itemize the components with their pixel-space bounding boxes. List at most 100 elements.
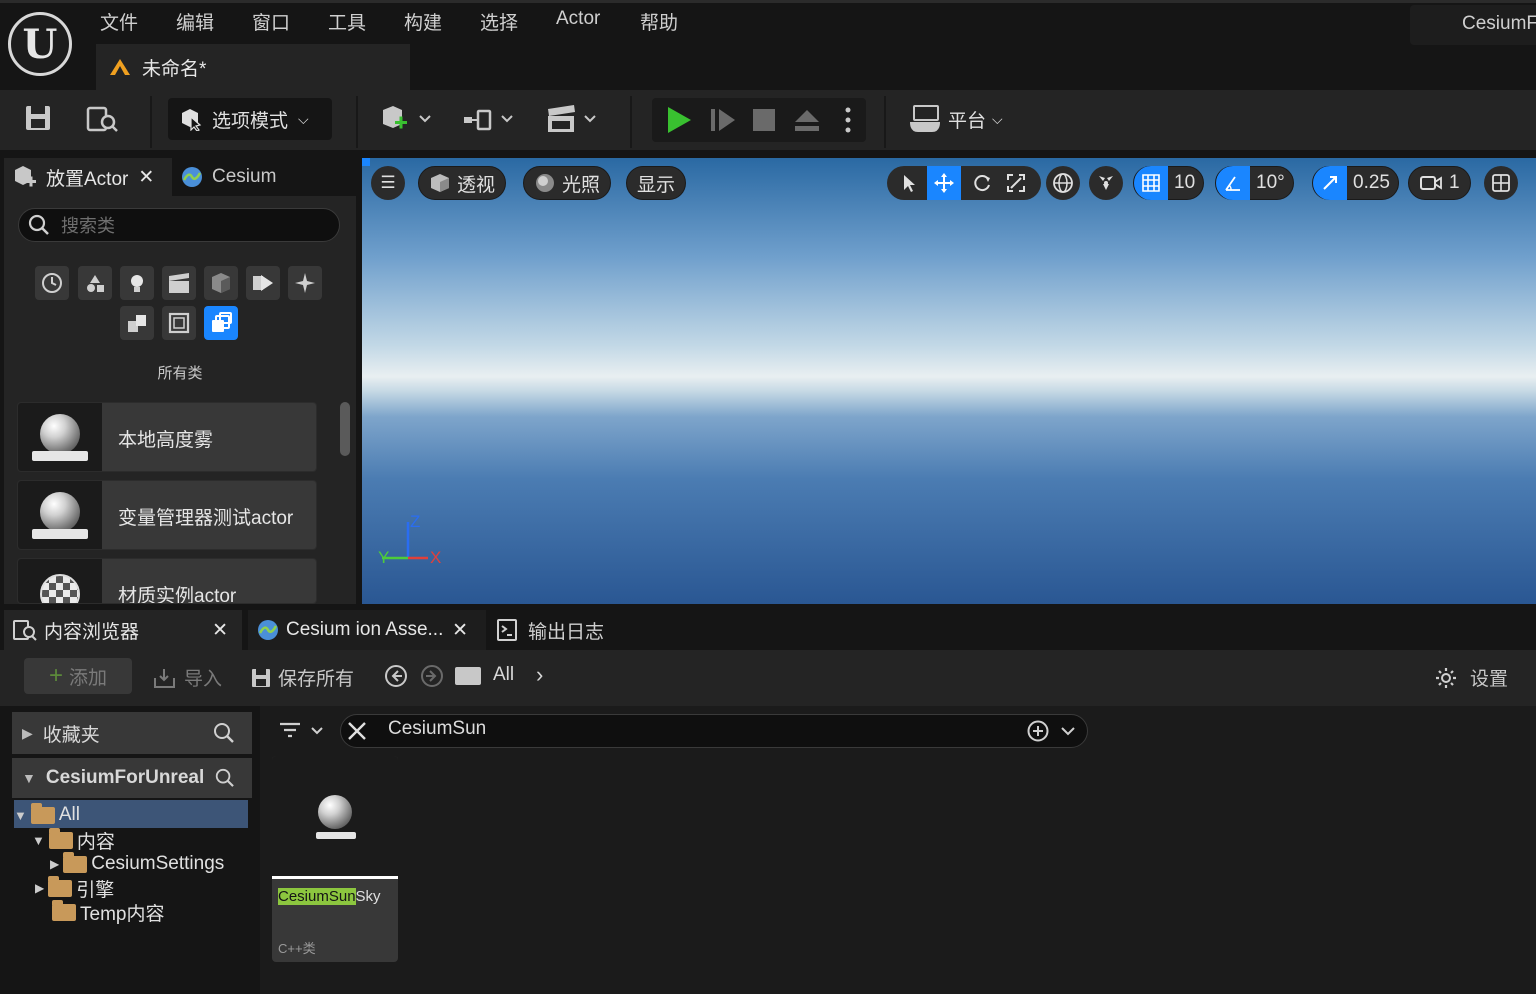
view-mode-button[interactable]: 透视	[418, 166, 507, 200]
search-icon[interactable]	[212, 721, 236, 745]
level-tab[interactable]: 未命名*	[96, 44, 410, 90]
recent-category-clock-icon[interactable]	[35, 266, 69, 300]
scale-snap-value: 0.25	[1353, 172, 1390, 193]
menu-file[interactable]: 文件	[100, 8, 138, 35]
tab-content-browser-label: 内容浏览器	[44, 621, 140, 643]
grid-snap-button[interactable]: 10	[1133, 166, 1205, 200]
asset-tile-cesium-sun-sky[interactable]: CesiumSunSky C++类	[272, 756, 398, 962]
tree-label: Temp内容	[80, 903, 165, 925]
eject-icon[interactable]	[792, 106, 822, 134]
select-cursor-icon[interactable]	[892, 166, 926, 200]
menu-window[interactable]: 窗口	[252, 8, 290, 35]
platform-label: 平台	[948, 110, 987, 132]
show-flags-button[interactable]: 显示	[626, 166, 687, 200]
browse-content-icon[interactable]	[86, 104, 120, 134]
visual-effects-category-cube-icon[interactable]	[204, 266, 238, 300]
menu-tools[interactable]: 工具	[328, 8, 366, 35]
rotation-snap-button[interactable]: 10°	[1215, 166, 1294, 200]
translate-move-icon[interactable]	[927, 166, 961, 200]
camera-speed-button[interactable]: 1	[1408, 166, 1471, 200]
menu-select[interactable]: 选择	[480, 8, 518, 35]
add-actor-icon[interactable]	[380, 104, 436, 134]
level-viewport[interactable]	[362, 158, 1536, 604]
tab-cesium-ion-label: Cesium ion Asse...	[286, 619, 444, 640]
blueprint-icon[interactable]	[462, 106, 518, 134]
asset-name-highlight: CesiumSun	[278, 888, 356, 905]
class-search-input[interactable]: 搜索类	[18, 208, 340, 242]
tree-row-all[interactable]: ▼ All	[14, 802, 80, 827]
tree-row-content[interactable]: ▼ 内容	[32, 827, 115, 853]
geometry-category-icon[interactable]	[120, 306, 154, 340]
toolbar-separator	[150, 96, 152, 148]
breadcrumb-chevron-right-icon[interactable]: ›	[536, 662, 543, 688]
advance-frame-icon[interactable]	[708, 106, 738, 134]
menu-help[interactable]: 帮助	[640, 8, 678, 35]
volumes-category-icon[interactable]	[246, 266, 280, 300]
cinematics-icon[interactable]	[545, 104, 601, 134]
stop-icon[interactable]	[750, 106, 778, 134]
breadcrumb-path[interactable]: All	[493, 664, 514, 686]
unreal-logo-icon[interactable]: U	[8, 12, 72, 76]
search-icon[interactable]	[214, 766, 236, 790]
menu-build[interactable]: 构建	[404, 8, 442, 35]
asset-type-bar	[272, 876, 398, 879]
favorites-header[interactable]: ▶ 收藏夹	[12, 712, 252, 754]
import-button[interactable]: 导入	[152, 664, 222, 691]
tree-row-cesium-settings[interactable]: ▶ CesiumSettings	[50, 851, 224, 876]
close-icon[interactable]: ✕	[138, 166, 154, 189]
tree-label: 引擎	[76, 879, 115, 901]
actor-item-material-instance[interactable]: 材质实例actor	[17, 558, 317, 604]
actor-list-scrollbar[interactable]	[340, 402, 350, 456]
all-classes-sparkle-icon[interactable]	[288, 266, 322, 300]
settings-button[interactable]: 设置	[1434, 664, 1508, 691]
actor-item-variable-manager[interactable]: 变量管理器测试actor	[17, 480, 317, 550]
save-all-button[interactable]: 保存所有	[250, 664, 354, 691]
platforms-button[interactable]: 平台 ⌵	[908, 104, 1003, 134]
shapes-category-frame-icon[interactable]	[162, 306, 196, 340]
add-filter-plus-icon[interactable]	[1026, 719, 1080, 743]
tab-place-label: 放置Actor	[46, 168, 129, 190]
filter-icon[interactable]	[278, 720, 328, 742]
level-tab-label: 未命名*	[142, 58, 207, 80]
tab-cesium[interactable]: Cesium	[180, 158, 276, 196]
menu-edit[interactable]: 编辑	[176, 8, 214, 35]
caret-right-icon: ▶	[50, 857, 60, 871]
surface-snapping-icon[interactable]	[1089, 166, 1123, 200]
angle-snap-icon	[1216, 166, 1250, 200]
tree-row-temp[interactable]: Temp内容	[52, 899, 165, 925]
cinematic-category-clapper-icon[interactable]	[162, 266, 196, 300]
tab-cesium-ion-assets[interactable]: Cesium ion Asse... ✕	[248, 610, 486, 650]
scale-snap-button[interactable]: 0.25	[1312, 166, 1399, 200]
viewport-menu-hamburger-icon[interactable]: ☰	[371, 166, 405, 200]
tab-content-browser[interactable]: 内容浏览器 ✕	[4, 610, 242, 650]
menu-actor[interactable]: Actor	[556, 8, 600, 30]
lights-category-bulb-icon[interactable]	[120, 266, 154, 300]
add-button[interactable]: + 添加	[24, 658, 132, 694]
play-options-icon[interactable]	[840, 104, 856, 136]
save-icon[interactable]	[24, 104, 52, 132]
play-icon[interactable]	[664, 104, 694, 136]
viewport-layout-icon[interactable]	[1484, 166, 1518, 200]
forward-arrow-icon[interactable]	[420, 664, 444, 688]
scale-icon[interactable]	[999, 166, 1033, 200]
close-icon[interactable]: ✕	[212, 619, 228, 642]
actor-item-local-height-fog[interactable]: 本地高度雾	[17, 402, 317, 472]
lighting-mode-button[interactable]: 光照	[523, 166, 612, 200]
mode-selector[interactable]: 选项模式 ⌵	[168, 98, 332, 140]
world-local-globe-icon[interactable]	[1046, 166, 1080, 200]
project-header[interactable]: ▼ CesiumForUnreal	[12, 758, 252, 798]
tree-row-engine[interactable]: ▶ 引擎	[35, 875, 115, 901]
tab-place-actors[interactable]: 放置Actor ✕	[4, 158, 172, 196]
tree-label: 内容	[76, 831, 115, 853]
basic-category-shapes-icon[interactable]	[78, 266, 112, 300]
rotate-icon[interactable]	[965, 166, 999, 200]
back-arrow-icon[interactable]	[384, 664, 408, 688]
all-classes-category-icon[interactable]	[204, 306, 238, 340]
asset-name-rest: Sky	[355, 888, 381, 905]
close-icon[interactable]: ✕	[452, 619, 468, 642]
perspective-cube-icon	[431, 174, 449, 192]
tab-output-log[interactable]: 输出日志	[496, 610, 604, 650]
clear-search-close-icon[interactable]	[346, 720, 368, 742]
folder-icon	[455, 667, 481, 685]
project-name: CesiumF	[1410, 5, 1536, 45]
